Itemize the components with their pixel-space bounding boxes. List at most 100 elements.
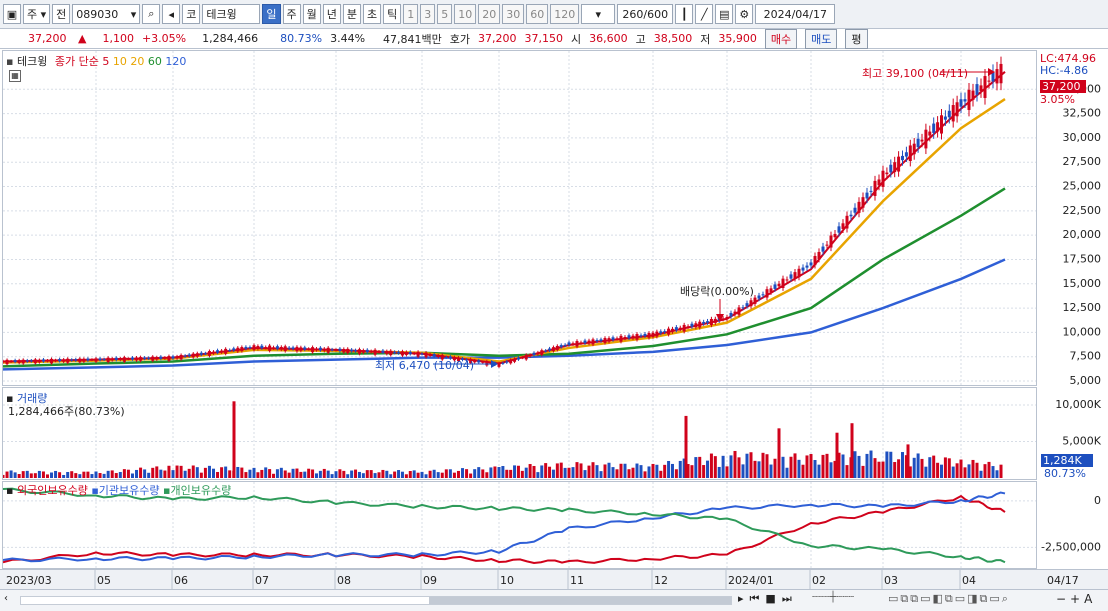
volume-bar	[869, 450, 873, 478]
period-tick[interactable]: 틱	[383, 4, 402, 24]
layout-icon[interactable]: ▣	[3, 4, 21, 24]
interval-30[interactable]: 30	[502, 4, 525, 24]
market-select[interactable]: 주 ▾	[23, 4, 51, 24]
candle-body	[623, 337, 627, 339]
prev-button[interactable]: 전	[52, 4, 71, 24]
candle-body	[326, 347, 330, 353]
volume-bar	[25, 470, 29, 478]
period-minute[interactable]: 분	[342, 4, 362, 24]
zoom-slider[interactable]: ┄┄┄┼┄┄┄	[812, 592, 882, 608]
period-month[interactable]: 월	[302, 4, 321, 24]
period-second[interactable]: 초	[363, 4, 382, 24]
candle-body	[551, 347, 555, 351]
scroll-thumb[interactable]	[429, 597, 731, 604]
volume-bar	[627, 469, 631, 478]
count-field[interactable]: 260/600	[617, 4, 674, 24]
zoom-icons[interactable]: −+A	[1056, 592, 1096, 606]
search-icon[interactable]: ⌕	[142, 4, 161, 24]
candle-body	[318, 347, 322, 351]
legend-settings-icon[interactable]: ▪	[6, 484, 13, 497]
candle-body	[733, 311, 737, 315]
volume: 1,284,466	[202, 32, 259, 45]
period-day[interactable]: 일	[262, 4, 281, 24]
tools-icons[interactable]: ▭⧉⧉▭◧⧉▭◨⧉▭⌕	[888, 592, 1010, 606]
candle-body	[50, 358, 54, 364]
volume-bar	[793, 453, 797, 478]
candle-body	[659, 331, 663, 334]
volume-bar	[571, 467, 575, 478]
open-label: 시	[571, 32, 582, 46]
candle-body	[110, 358, 114, 361]
volume-bar	[865, 453, 869, 478]
volume-bar	[82, 471, 86, 478]
candle-body	[9, 361, 13, 363]
interval-10[interactable]: 10	[454, 4, 477, 24]
period-year[interactable]: 년	[322, 4, 341, 24]
candle-body	[829, 235, 833, 248]
interval-120[interactable]: 120	[550, 4, 580, 24]
volume-bar	[853, 451, 857, 478]
save-icon[interactable]: ▤	[715, 4, 734, 24]
volume-bar	[690, 465, 694, 478]
legend-settings-icon[interactable]: ▪	[6, 55, 13, 68]
candle-body	[889, 164, 893, 173]
gear-icon[interactable]: ⚙	[735, 4, 754, 24]
legend-name: 테크윙	[16, 55, 48, 68]
ma-line-20	[2, 97, 1006, 364]
candle-icon[interactable]: ┃	[675, 4, 694, 24]
ma-line-5	[2, 71, 1006, 365]
volume-bar	[761, 452, 765, 478]
scroll-left-icon[interactable]: ‹	[4, 593, 14, 607]
speaker-icon[interactable]: ◂	[162, 4, 181, 24]
scroll-track[interactable]	[20, 596, 732, 605]
volume-bar	[619, 463, 623, 478]
interval-5[interactable]: 5	[437, 4, 453, 24]
volume-bar	[191, 465, 195, 478]
volume-bar	[66, 471, 70, 478]
volume-bar	[334, 471, 338, 478]
volume-bar	[314, 473, 318, 478]
price-chart[interactable]	[1, 51, 1036, 385]
period-week[interactable]: 주	[282, 4, 301, 24]
stock-name[interactable]: 테크윙	[202, 4, 261, 24]
volume-bar	[706, 460, 710, 478]
volume-bar	[404, 474, 408, 478]
volume-chart[interactable]	[1, 388, 1036, 479]
candle-body	[126, 358, 130, 360]
volume-bar	[611, 467, 615, 478]
volume-bar	[674, 469, 678, 478]
legend-ma10: 10	[112, 55, 127, 68]
interval-dropdown[interactable]: ▾	[581, 4, 616, 24]
draw-icon[interactable]: ╱	[695, 4, 714, 24]
date-field[interactable]: 2024/04/17	[755, 4, 836, 24]
candle-body	[389, 350, 393, 356]
candle-body	[330, 349, 334, 351]
chevron-down-icon[interactable]: ▾	[131, 8, 137, 21]
volume-bar	[959, 459, 963, 478]
volume-bar	[216, 471, 220, 478]
candle-body	[400, 351, 404, 356]
buy-button[interactable]: 매수	[764, 28, 798, 49]
volume-bar	[745, 453, 749, 478]
eval-button[interactable]: 평	[845, 28, 868, 49]
grid-icon[interactable]: ▦	[9, 70, 21, 82]
nav-controls[interactable]: ▸⏮■⏭	[738, 592, 798, 606]
interval-1[interactable]: 1	[403, 4, 419, 24]
volume-bar	[987, 461, 991, 478]
volume-bar	[516, 465, 520, 478]
sell-button[interactable]: 매도	[805, 28, 838, 49]
candle-body	[397, 351, 401, 354]
candle-body	[536, 352, 540, 355]
interval-60[interactable]: 60	[526, 4, 549, 24]
volume-bar	[587, 465, 591, 478]
interval-3[interactable]: 3	[420, 4, 436, 24]
candle-body	[33, 359, 37, 364]
candle-body	[709, 318, 713, 326]
volume-bar	[901, 452, 904, 478]
quote-bar: 37,200 ▲ 1,100 +3.05% 1,284,466 80.73% 3…	[0, 28, 1108, 49]
volume-bar	[924, 466, 928, 478]
interval-20[interactable]: 20	[478, 4, 501, 24]
high-annotation: 최고 39,100 (04/11)	[862, 67, 969, 80]
code-input[interactable]: 089030 ▾	[72, 4, 141, 24]
volume-bar	[240, 467, 244, 478]
